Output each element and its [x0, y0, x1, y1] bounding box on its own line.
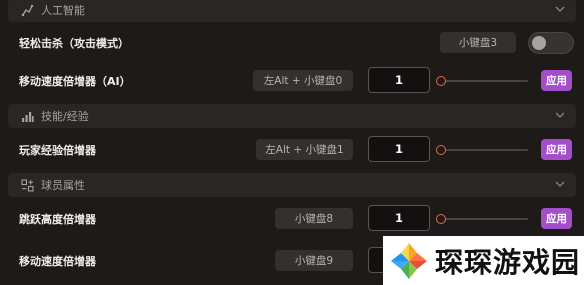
- robot-icon: [20, 3, 34, 17]
- ai-speed-input[interactable]: 1: [368, 67, 430, 93]
- move-speed-hotkey: 小键盘9: [275, 250, 353, 271]
- xp-mult-hotkey: 左Alt + 小键盘1: [256, 139, 353, 160]
- xp-mult-slider[interactable]: [436, 144, 528, 156]
- watermark-logo-icon: [391, 242, 427, 279]
- slider-track: [440, 80, 528, 82]
- xp-mult-label: 玩家经验倍增器: [19, 144, 96, 157]
- row-ai-speed: 移动速度倍增器（AI） 左Alt + 小键盘0 1 应用: [0, 66, 584, 96]
- section-title-ai: 人工智能: [41, 4, 85, 17]
- slider-track: [440, 149, 528, 151]
- slider-thumb[interactable]: [436, 214, 446, 224]
- watermark-text: 琛琛游戏园: [435, 245, 581, 279]
- row-xp-multiplier: 玩家经验倍增器 左Alt + 小键盘1 1 应用: [0, 135, 584, 165]
- section-title-skills: 技能/经验: [41, 110, 89, 123]
- xp-mult-apply-button[interactable]: 应用: [541, 139, 572, 160]
- section-header-ai[interactable]: 人工智能: [8, 0, 576, 22]
- ai-speed-label: 移动速度倍增器（AI）: [19, 75, 131, 88]
- row-easy-kill: 轻松击杀（攻击模式） 小键盘3: [0, 28, 584, 58]
- easy-kill-label: 轻松击杀（攻击模式）: [19, 37, 129, 50]
- jump-mult-label: 跳跃高度倍增器: [19, 213, 96, 226]
- jump-mult-apply-button[interactable]: 应用: [541, 208, 572, 229]
- chevron-down-icon[interactable]: [554, 109, 566, 121]
- attributes-icon: [20, 178, 34, 192]
- row-jump-multiplier: 跳跃高度倍增器 小键盘8 1 应用: [0, 204, 584, 234]
- section-header-player[interactable]: 球员属性: [8, 173, 576, 197]
- jump-mult-input[interactable]: 1: [368, 205, 430, 231]
- section-title-player: 球员属性: [41, 179, 85, 192]
- watermark: 琛琛游戏园: [383, 236, 584, 285]
- toggle-knob: [532, 36, 546, 50]
- section-header-skills[interactable]: 技能/经验: [8, 104, 576, 128]
- easy-kill-hotkey: 小键盘3: [440, 32, 516, 53]
- xp-mult-input[interactable]: 1: [368, 136, 430, 162]
- slider-thumb[interactable]: [436, 145, 446, 155]
- slider-track: [440, 218, 528, 220]
- easy-kill-toggle[interactable]: [528, 32, 574, 54]
- ai-speed-slider[interactable]: [436, 75, 528, 87]
- jump-mult-slider[interactable]: [436, 213, 528, 225]
- chevron-down-icon[interactable]: [554, 178, 566, 190]
- slider-thumb[interactable]: [436, 76, 446, 86]
- ai-speed-hotkey: 左Alt + 小键盘0: [253, 70, 353, 91]
- jump-mult-hotkey: 小键盘8: [275, 208, 353, 229]
- bar-chart-icon: [20, 109, 34, 123]
- move-speed-label: 移动速度倍增器: [19, 255, 96, 268]
- ai-speed-apply-button[interactable]: 应用: [541, 70, 572, 91]
- chevron-down-icon[interactable]: [554, 3, 566, 15]
